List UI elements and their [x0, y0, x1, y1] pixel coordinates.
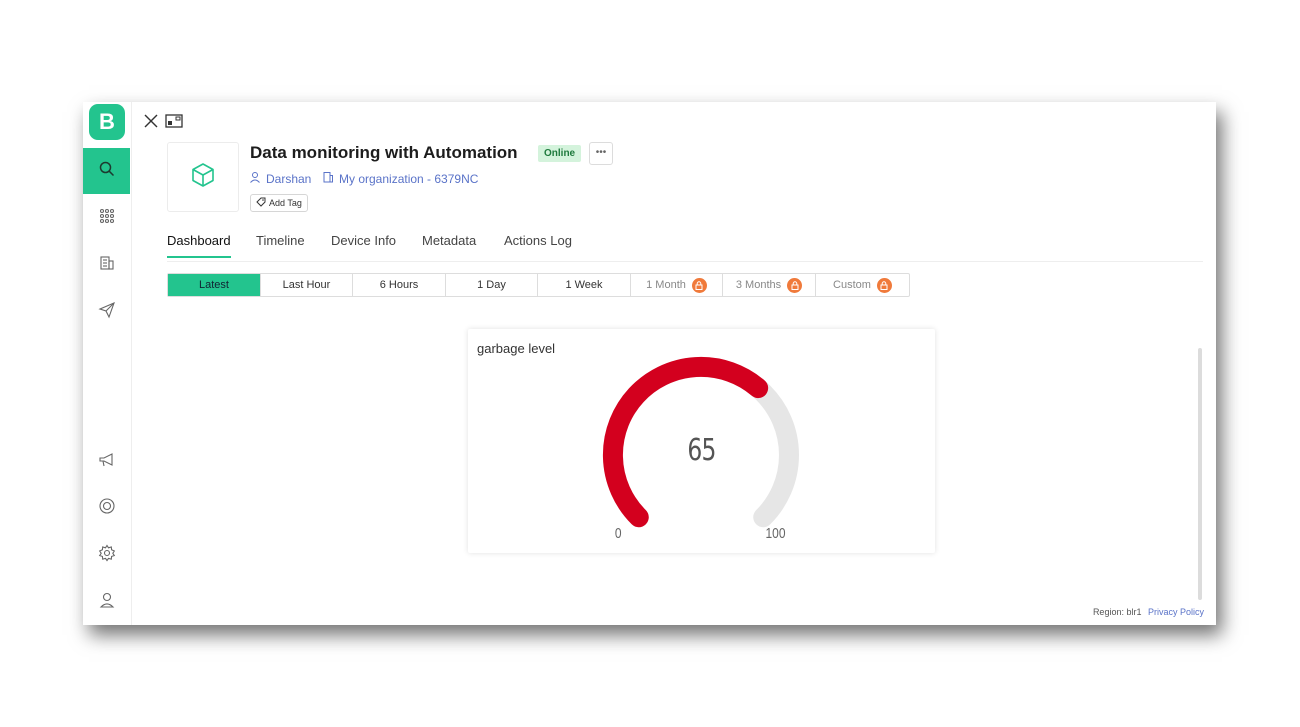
- sidebar-item-messages[interactable]: [83, 289, 130, 335]
- status-badge: Online: [538, 145, 582, 162]
- organization-link[interactable]: My organization - 6379NC: [322, 171, 478, 186]
- user-icon: [98, 591, 116, 614]
- sidebar-item-devices[interactable]: [83, 195, 130, 241]
- megaphone-icon: [98, 451, 116, 474]
- range-label: Last Hour: [282, 279, 331, 291]
- more-options-button[interactable]: •••: [589, 142, 613, 165]
- range-custom[interactable]: Custom: [816, 274, 909, 296]
- page-title: Data monitoring with Automation: [250, 143, 518, 162]
- gauge-min-label: 0: [614, 525, 622, 542]
- tab-device-info[interactable]: Device Info: [331, 233, 396, 256]
- gauge-value: 65: [687, 433, 716, 468]
- tab-actions-log[interactable]: Actions Log: [504, 233, 572, 256]
- send-icon: [97, 301, 116, 324]
- add-tag-button[interactable]: Add Tag: [250, 194, 308, 212]
- footer: Region: blr1 Privacy Policy: [1093, 607, 1204, 617]
- lock-icon: [691, 277, 707, 293]
- app-window: B Data monitoring with Automation Online…: [83, 102, 1216, 625]
- close-button[interactable]: [142, 114, 160, 132]
- sidebar-item-search[interactable]: [83, 148, 130, 194]
- range-6-hours[interactable]: 6 Hours: [353, 274, 446, 296]
- device-image: [167, 142, 239, 212]
- tab-dashboard[interactable]: Dashboard: [167, 233, 231, 258]
- picture-in-picture-icon: [165, 113, 183, 133]
- lifebuoy-icon: [98, 497, 116, 520]
- region-label: Region: blr1: [1092, 607, 1142, 617]
- tab-timeline[interactable]: Timeline: [256, 233, 305, 256]
- picture-in-picture-button[interactable]: [165, 113, 183, 133]
- range-1-month[interactable]: 1 Month: [631, 274, 723, 296]
- range-label: Custom: [833, 279, 871, 291]
- building-icon: [322, 171, 334, 186]
- sidebar: B: [83, 102, 132, 625]
- gauge-max-label: 100: [765, 525, 786, 542]
- lock-icon: [876, 277, 892, 293]
- close-icon: [144, 114, 158, 133]
- range-label: 1 Day: [477, 279, 506, 291]
- range-1-week[interactable]: 1 Week: [538, 274, 631, 296]
- sidebar-item-organizations[interactable]: [83, 242, 130, 288]
- organization-name: My organization - 6379NC: [339, 171, 479, 186]
- range-1-day[interactable]: 1 Day: [446, 274, 538, 296]
- owner-name: Darshan: [266, 171, 312, 186]
- building-icon: [98, 254, 116, 277]
- sidebar-item-announcements[interactable]: [83, 439, 130, 485]
- range-latest[interactable]: Latest: [168, 274, 261, 296]
- time-range-selector: Latest Last Hour 6 Hours 1 Day 1 Week 1 …: [167, 273, 910, 297]
- range-label: 6 Hours: [379, 279, 419, 291]
- cube-icon: [189, 161, 217, 194]
- tab-bar: Dashboard Timeline Device Info Metadata …: [167, 233, 1203, 262]
- gear-icon: [98, 543, 116, 567]
- sidebar-item-profile[interactable]: [83, 579, 130, 625]
- app-logo[interactable]: B: [89, 104, 125, 140]
- sidebar-item-help[interactable]: [83, 485, 130, 531]
- range-label: Latest: [199, 279, 229, 291]
- user-icon: [249, 171, 261, 186]
- search-icon: [98, 160, 116, 183]
- range-label: 1 Week: [565, 279, 603, 291]
- lock-icon: [787, 277, 803, 293]
- tag-icon: [256, 197, 266, 209]
- range-label: 1 Month: [646, 279, 686, 291]
- tab-metadata[interactable]: Metadata: [422, 233, 476, 256]
- sidebar-item-settings[interactable]: [83, 532, 130, 578]
- gauge-widget[interactable]: garbage level 65 0 100: [468, 329, 935, 553]
- owner-link[interactable]: Darshan: [249, 171, 311, 186]
- add-tag-label: Add Tag: [269, 198, 302, 208]
- scrollbar[interactable]: [1198, 348, 1202, 600]
- range-3-months[interactable]: 3 Months: [723, 274, 816, 296]
- range-last-hour[interactable]: Last Hour: [261, 274, 353, 296]
- privacy-policy-link[interactable]: Privacy Policy: [1148, 607, 1204, 617]
- range-label: 3 Months: [735, 279, 782, 291]
- grid-icon: [98, 207, 116, 230]
